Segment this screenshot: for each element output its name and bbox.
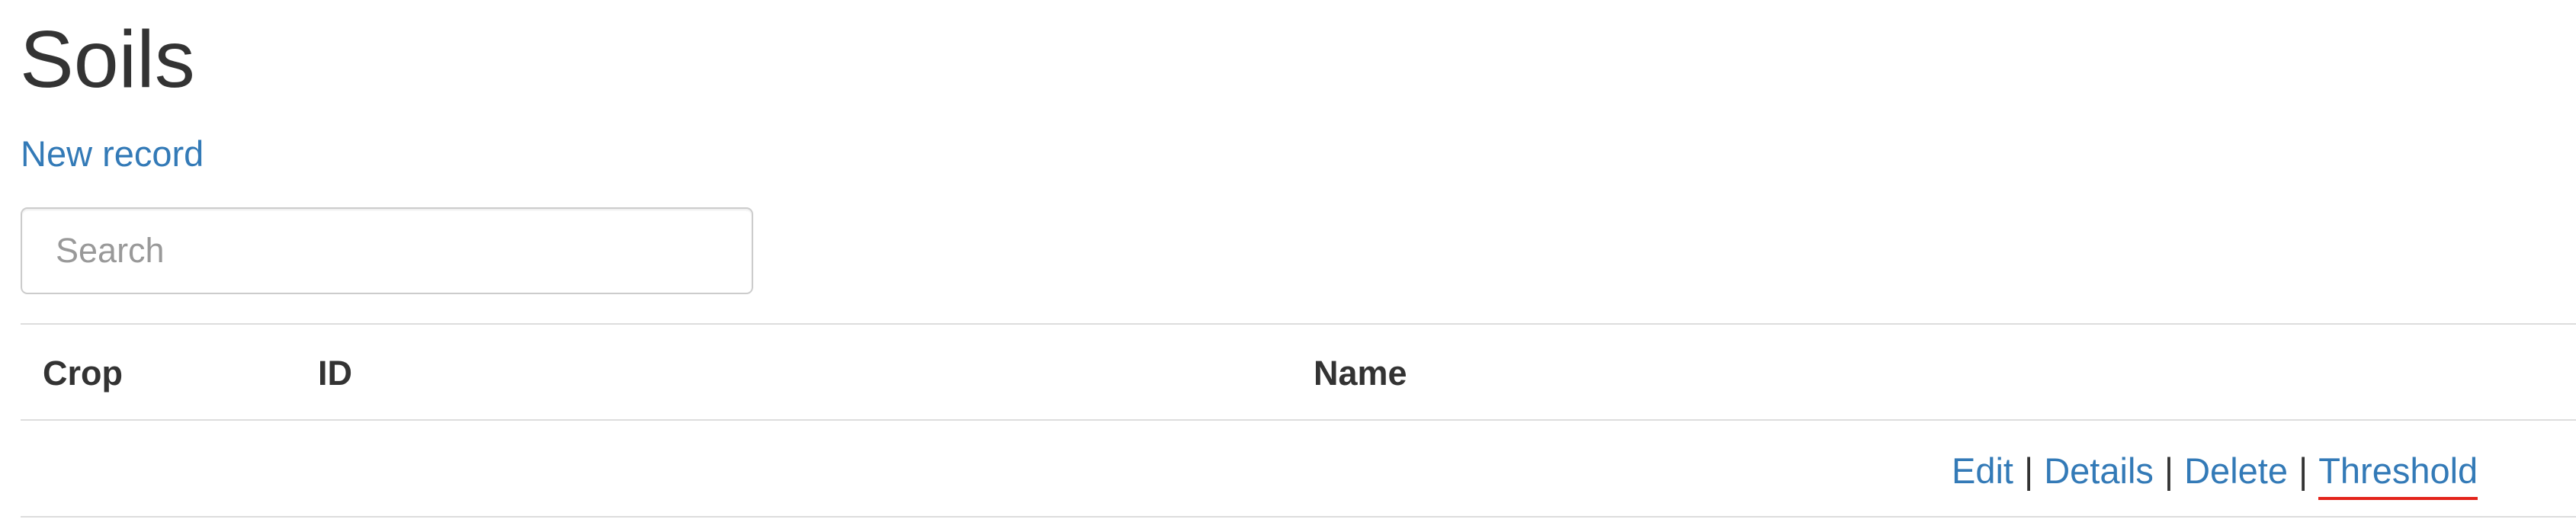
action-separator: |: [2164, 450, 2174, 491]
column-header-crop[interactable]: Crop: [43, 347, 123, 400]
details-link[interactable]: Details: [2044, 450, 2154, 491]
column-header-id[interactable]: ID: [318, 347, 352, 400]
page-title: Soils: [20, 14, 195, 104]
delete-link[interactable]: Delete: [2184, 450, 2288, 491]
column-header-name[interactable]: Name: [1314, 347, 1407, 400]
new-record-link[interactable]: New record: [21, 131, 204, 177]
action-separator: |: [2024, 450, 2034, 491]
table-header-divider: [21, 419, 2576, 421]
table-top-border: [21, 323, 2576, 325]
edit-link[interactable]: Edit: [1952, 450, 2013, 491]
table-bottom-border: [21, 516, 2576, 518]
search-input[interactable]: [21, 207, 753, 294]
action-separator: |: [2298, 450, 2308, 491]
threshold-link[interactable]: Threshold: [2318, 447, 2478, 500]
row-actions: Edit | Details | Delete | Threshold: [1952, 444, 2478, 500]
